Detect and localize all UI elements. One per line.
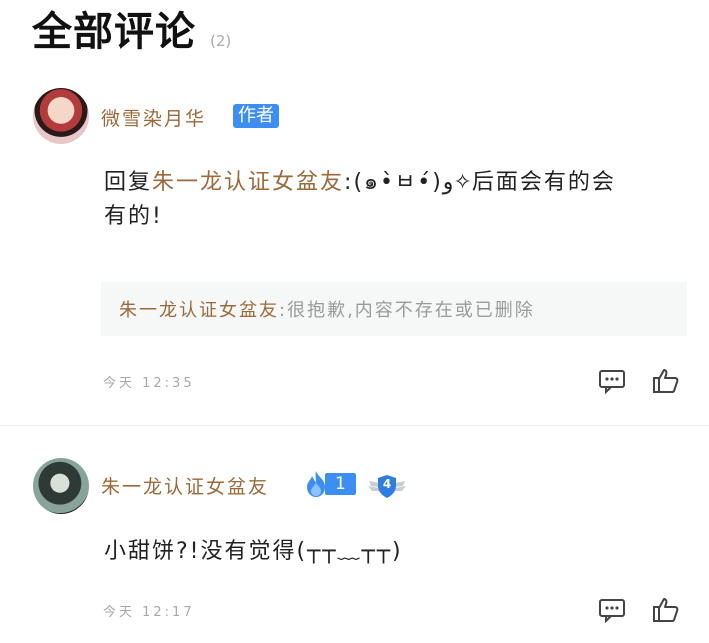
fan-level-badge: 1	[303, 471, 356, 497]
quoted-author[interactable]: 朱一龙认证女盆友	[119, 296, 279, 322]
page-title: 全部评论	[32, 9, 196, 55]
avatar[interactable]	[33, 88, 89, 144]
comment-text: 回复朱一龙认证女盆友:(๑•̀ㅂ•́)و✧后面会有的会 有的!	[104, 166, 674, 234]
thumbs-up-icon[interactable]	[652, 596, 680, 624]
comment-time: 今天 12:35	[103, 376, 195, 391]
author-badge: 作者	[233, 104, 279, 128]
quoted-text: :很抱歉,内容不存在或已删除	[279, 300, 535, 321]
reply-mention[interactable]: 朱一龙认证女盆友	[152, 170, 344, 195]
quoted-comment[interactable]: 朱一龙认证女盆友:很抱歉,内容不存在或已删除	[101, 282, 687, 336]
comment-author[interactable]: 微雪染月华	[101, 104, 206, 131]
divider	[0, 425, 709, 426]
comment-author[interactable]: 朱一龙认证女盆友	[101, 472, 269, 499]
comment-count: (2)	[210, 32, 232, 50]
vip-level-number: 4	[382, 477, 392, 491]
comment-text-line1: (๑•̀ㅂ•́)و✧后面会有的会	[353, 170, 616, 195]
comments-header: 全部评论 (2)	[32, 8, 231, 56]
comment-icon[interactable]	[598, 596, 626, 624]
comment-icon[interactable]	[598, 367, 626, 395]
thumbs-up-icon[interactable]	[652, 367, 680, 395]
fan-level-number: 1	[325, 473, 356, 495]
comment-time: 今天 12:17	[103, 605, 195, 620]
avatar[interactable]	[33, 458, 89, 514]
comment-text-line2: 有的!	[104, 204, 163, 229]
reply-prefix: 回复	[104, 170, 153, 195]
vip-badge: 4	[367, 473, 407, 499]
comment-text: 小甜饼?!没有觉得(┬┬﹏┬┬)	[104, 539, 403, 564]
